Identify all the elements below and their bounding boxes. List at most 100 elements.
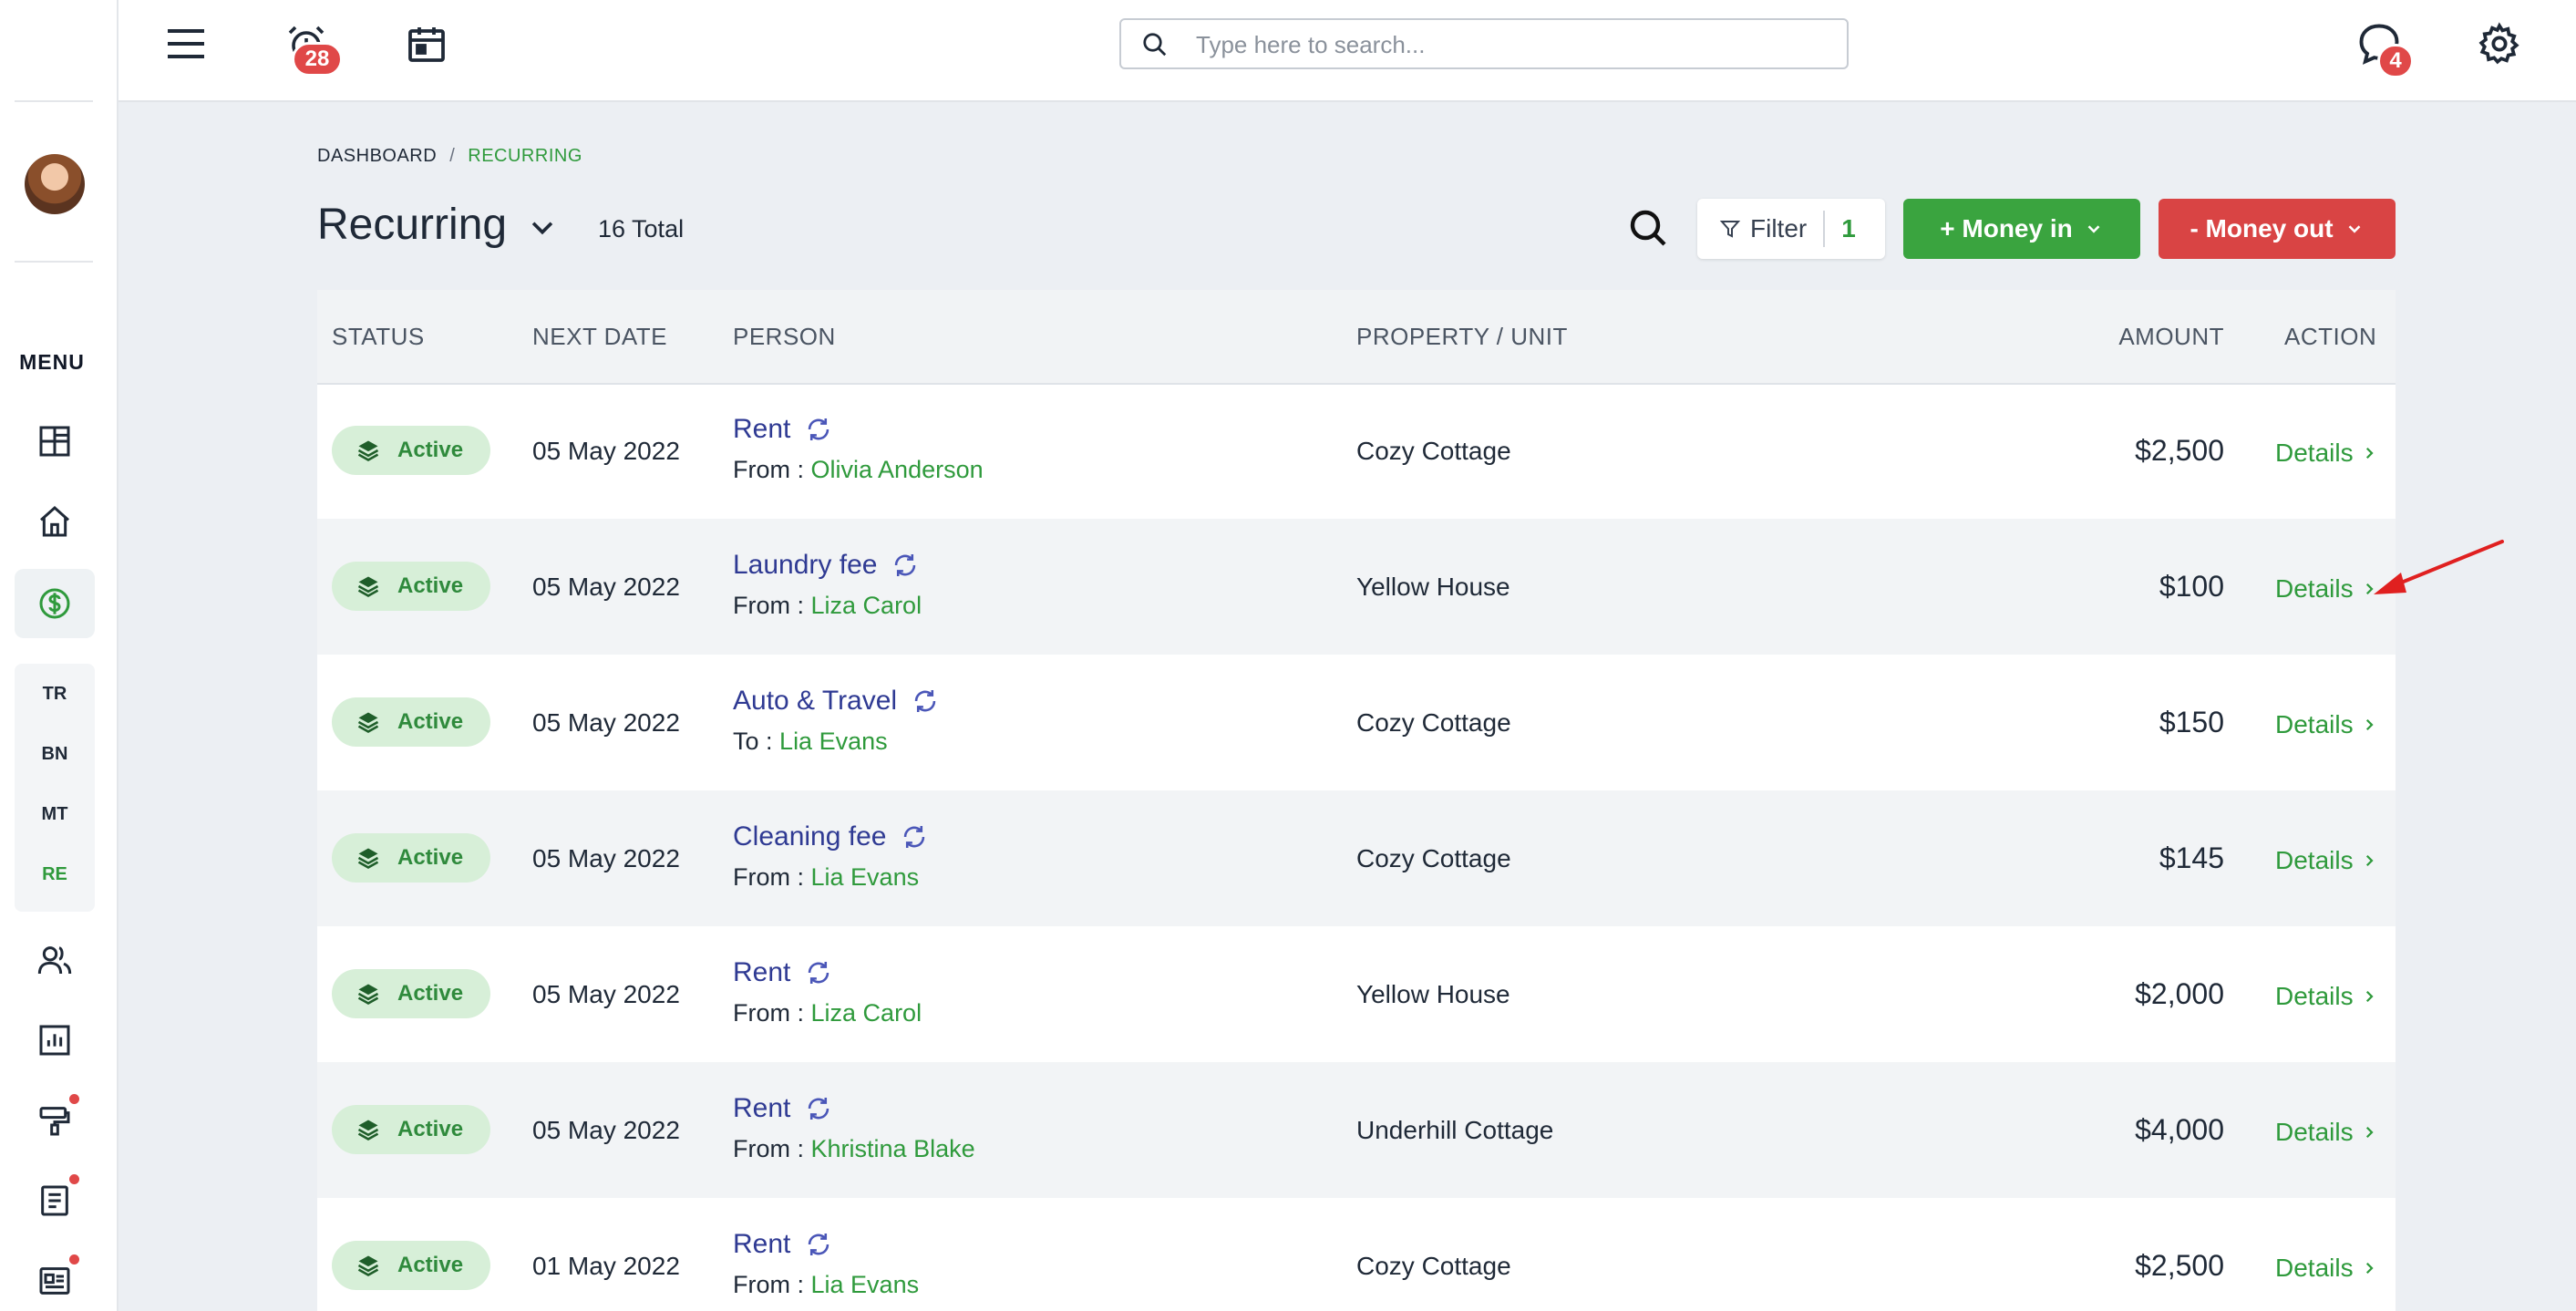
search-button[interactable]: [1626, 206, 1670, 250]
details-link[interactable]: Details: [2275, 846, 2377, 875]
person-link[interactable]: Lia Evans: [811, 863, 920, 891]
details-label: Details: [2275, 1254, 2354, 1282]
calendar-icon[interactable]: [403, 20, 450, 67]
direction-label: From :: [733, 1271, 804, 1298]
person-link[interactable]: Khristina Blake: [811, 1135, 975, 1162]
annotation-arrow-icon: [2374, 540, 2504, 594]
search-box[interactable]: [1119, 18, 1849, 69]
category-link[interactable]: Rent: [733, 957, 834, 988]
property-unit: Yellow House: [1356, 980, 1510, 1008]
status-badge: Active: [332, 697, 490, 747]
layers-icon: [355, 1253, 381, 1278]
direction-label: From :: [733, 863, 804, 891]
status-badge: Active: [332, 969, 490, 1018]
chevron-right-icon: [2361, 988, 2377, 1005]
layers-icon: [355, 438, 381, 463]
column-header-status[interactable]: STATUS: [332, 323, 425, 351]
person-link[interactable]: Olivia Anderson: [811, 456, 984, 483]
recurring-icon: [803, 1093, 834, 1124]
money-in-label: + Money in: [1940, 214, 2073, 243]
details-link[interactable]: Details: [2275, 982, 2377, 1011]
details-link[interactable]: Details: [2275, 439, 2377, 468]
sidebar-sub-mt[interactable]: MT: [15, 804, 95, 825]
next-date: 05 May 2022: [532, 708, 680, 737]
property-unit: Cozy Cottage: [1356, 1252, 1511, 1280]
column-header-person[interactable]: PERSON: [733, 323, 836, 351]
dollar-icon[interactable]: [31, 580, 78, 627]
top-bar: 28 4: [118, 0, 2576, 102]
amount: $100: [2159, 570, 2224, 603]
person-link[interactable]: Lia Evans: [779, 728, 888, 755]
category-link[interactable]: Rent: [733, 1229, 834, 1260]
avatar[interactable]: [25, 154, 85, 214]
category-link[interactable]: Rent: [733, 414, 834, 445]
column-header-amount[interactable]: AMOUNT: [2118, 323, 2224, 351]
details-link[interactable]: Details: [2275, 710, 2377, 739]
breadcrumb-current: RECURRING: [468, 146, 582, 166]
table-row: Active 05 May 2022 Rent From : Khristina…: [317, 1062, 2396, 1198]
column-header-next-date[interactable]: NEXT DATE: [532, 323, 667, 351]
amount: $4,000: [2135, 1113, 2224, 1146]
property-unit: Cozy Cottage: [1356, 437, 1511, 465]
property-unit: Cozy Cottage: [1356, 708, 1511, 737]
details-label: Details: [2275, 574, 2354, 603]
page-title[interactable]: Recurring: [317, 200, 507, 250]
person-link[interactable]: Liza Carol: [811, 592, 922, 619]
sidebar-sub-re[interactable]: RE: [15, 864, 95, 885]
category-link[interactable]: Auto & Travel: [733, 686, 941, 717]
status-badge: Active: [332, 1105, 490, 1154]
column-header-property[interactable]: PROPERTY / UNIT: [1356, 323, 1568, 351]
category-link[interactable]: Laundry fee: [733, 550, 921, 581]
home-icon[interactable]: [31, 498, 78, 545]
sidebar: MENU TR BN MT RE: [0, 0, 118, 1311]
layers-icon: [355, 981, 381, 1006]
people-icon[interactable]: [31, 936, 78, 984]
chevron-right-icon: [2361, 1260, 2377, 1276]
layers-icon: [355, 709, 381, 735]
notification-dot: [69, 1254, 79, 1265]
notification-dot: [69, 1174, 79, 1184]
reports-icon[interactable]: [31, 1017, 78, 1064]
money-out-button[interactable]: - Money out: [2159, 199, 2396, 259]
sidebar-sub-bn[interactable]: BN: [15, 744, 95, 765]
filter-label: Filter: [1750, 214, 1808, 243]
maintenance-icon[interactable]: [31, 1097, 78, 1144]
documents-icon[interactable]: [31, 1177, 78, 1224]
breadcrumb-dashboard[interactable]: DASHBOARD: [317, 146, 437, 166]
recurring-icon: [890, 550, 921, 581]
recurring-icon: [899, 821, 930, 852]
category-link[interactable]: Cleaning fee: [733, 821, 930, 852]
chevron-down-icon[interactable]: [527, 212, 558, 247]
table-row: Active 05 May 2022 Rent From : Olivia An…: [317, 383, 2396, 519]
filter-divider: [1823, 211, 1826, 247]
amount: $145: [2159, 841, 2224, 874]
details-link[interactable]: Details: [2275, 1118, 2377, 1147]
category-link[interactable]: Rent: [733, 1093, 834, 1124]
next-date: 01 May 2022: [532, 1252, 680, 1280]
recurring-icon: [803, 957, 834, 988]
sidebar-sub-tr[interactable]: TR: [15, 684, 95, 705]
details-link[interactable]: Details: [2275, 1254, 2377, 1283]
details-label: Details: [2275, 439, 2354, 467]
person-link[interactable]: Lia Evans: [811, 1271, 920, 1298]
filter-icon: [1719, 218, 1741, 240]
news-icon[interactable]: [31, 1257, 78, 1305]
hamburger-menu-icon[interactable]: [164, 22, 208, 66]
money-in-button[interactable]: + Money in: [1903, 199, 2140, 259]
status-label: Active: [397, 709, 464, 734]
status-label: Active: [397, 573, 464, 598]
person-line: From : Khristina Blake: [733, 1135, 975, 1163]
details-link[interactable]: Details: [2275, 574, 2377, 604]
filter-count: 1: [1841, 214, 1856, 243]
search-input[interactable]: [1194, 27, 1827, 62]
property-unit: Yellow House: [1356, 573, 1510, 601]
search-icon: [1141, 31, 1169, 63]
filter-button[interactable]: Filter 1: [1697, 199, 1885, 259]
gear-icon[interactable]: [2474, 18, 2525, 69]
person-link[interactable]: Liza Carol: [811, 999, 922, 1027]
person-line: From : Lia Evans: [733, 1271, 919, 1299]
dashboard-icon[interactable]: [31, 418, 78, 465]
chevron-down-icon: [2084, 219, 2104, 239]
sidebar-divider: [15, 261, 93, 263]
person-line: To : Lia Evans: [733, 728, 888, 756]
